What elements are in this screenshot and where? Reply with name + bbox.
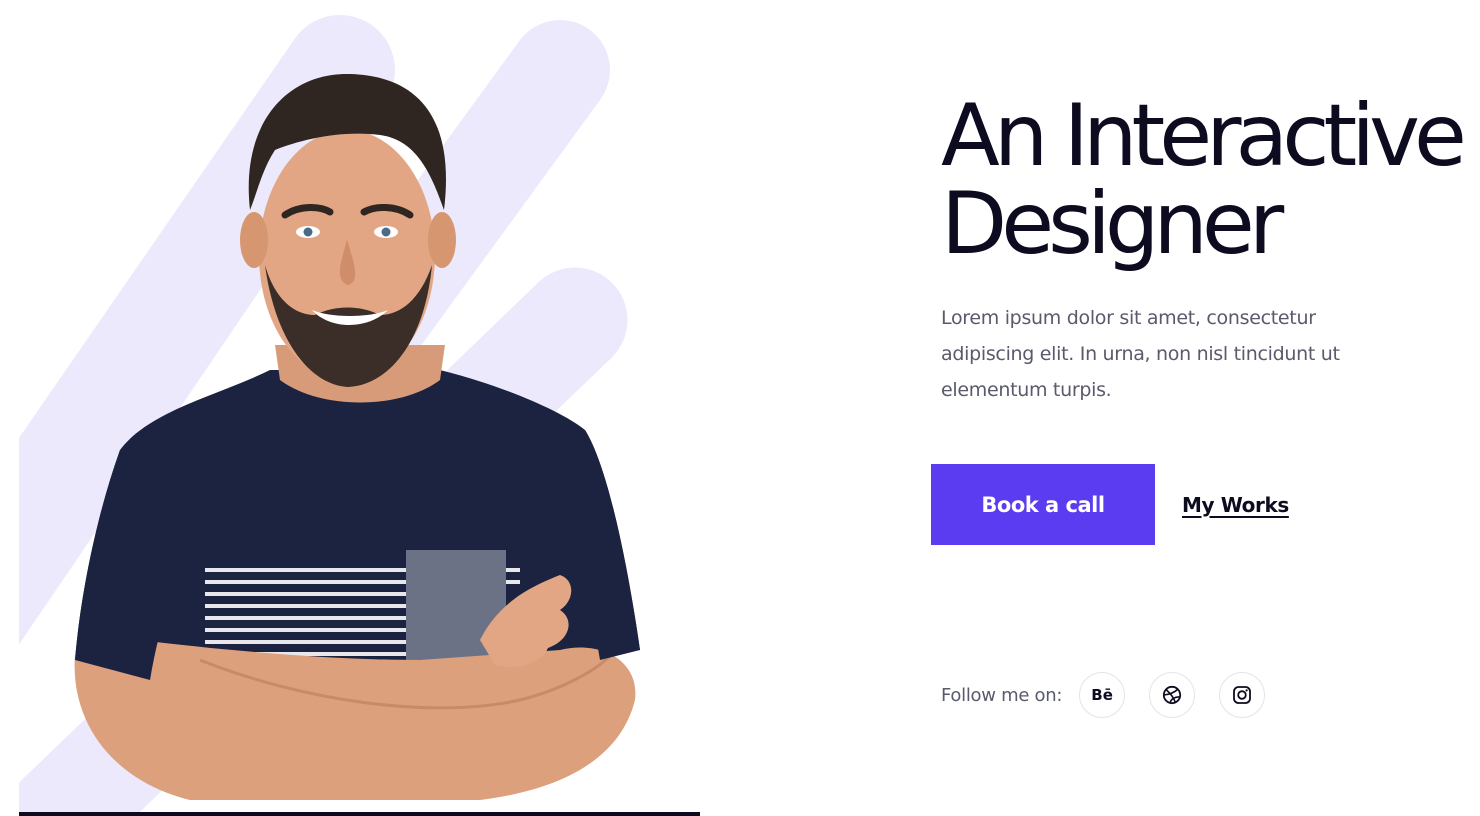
dribbble-icon bbox=[1163, 685, 1182, 705]
instagram-icon bbox=[1233, 686, 1252, 704]
hero-title: An Interactive Designer bbox=[941, 86, 1467, 274]
dribbble-button[interactable] bbox=[1149, 672, 1196, 718]
follow-label: Follow me on: bbox=[941, 684, 1063, 706]
my-works-link[interactable]: My Works bbox=[1182, 493, 1289, 517]
hero-content: An Interactive Designer Lorem ipsum dolo… bbox=[941, 86, 1467, 408]
book-a-call-button[interactable]: Book a call bbox=[931, 464, 1155, 545]
cta-row: Book a call My Works bbox=[931, 464, 1289, 545]
hero-title-line-2: Designer bbox=[941, 174, 1284, 274]
hero-image bbox=[0, 0, 700, 816]
social-links: Follow me on: Bē bbox=[941, 672, 1289, 718]
instagram-button[interactable] bbox=[1219, 672, 1266, 718]
behance-button[interactable]: Bē bbox=[1079, 672, 1126, 718]
hero-section: An Interactive Designer Lorem ipsum dolo… bbox=[0, 0, 1480, 816]
designer-portrait bbox=[0, 0, 700, 816]
hero-title-line-1: An Interactive bbox=[941, 86, 1467, 186]
hero-description: Lorem ipsum dolor sit amet, consectetur … bbox=[941, 307, 1340, 401]
behance-icon: Bē bbox=[1091, 686, 1113, 704]
